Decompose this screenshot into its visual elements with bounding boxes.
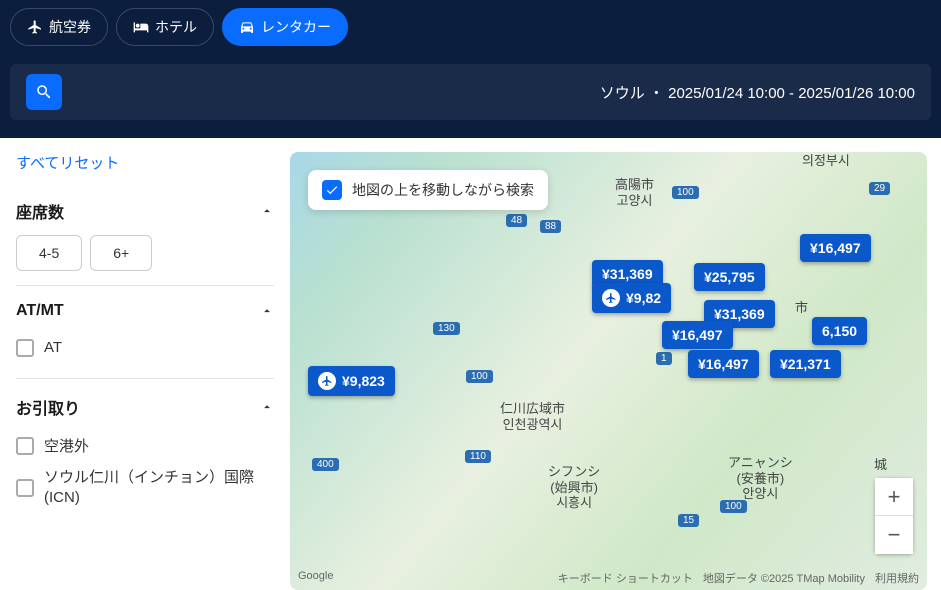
road-badge: 1 [656,352,672,365]
road-badge: 100 [720,500,747,513]
road-badge: 48 [506,214,527,227]
city-label: アニャンシ(安養市)안양시 [728,455,793,502]
price-marker[interactable]: ¥16,497 [688,350,759,378]
chevron-up-icon [260,304,274,318]
road-badge: 400 [312,458,339,471]
checkbox-pickup-offairport[interactable]: 空港外 [16,431,274,463]
filter-transmission-header[interactable]: AT/MT [16,302,274,320]
checkbox-icon [16,339,34,357]
price-marker[interactable]: ¥16,497 [662,321,733,349]
seat-option-6plus[interactable]: 6+ [90,235,152,271]
city-label: 城 [874,457,887,473]
google-logo: Google [298,570,333,586]
seat-option-45[interactable]: 4-5 [16,235,82,271]
map-attr-data: 地図データ ©2025 TMap Mobility [703,570,865,586]
city-label: 高陽市고양시 [615,177,654,208]
road-badge: 15 [678,514,699,527]
map-attr-terms[interactable]: 利用規約 [875,570,919,586]
filter-pickup-header[interactable]: お引取り [16,395,274,419]
search-button[interactable] [26,74,62,110]
reset-link[interactable]: すべてリセット [16,152,274,173]
chevron-up-icon [260,204,274,218]
filter-seats-header[interactable]: 座席数 [16,199,274,223]
search-icon [35,83,53,101]
price-marker[interactable]: ¥9,823 [308,366,395,396]
city-label: シフンシ(始興市)시흥시 [548,464,600,511]
road-badge: 100 [672,186,699,199]
city-label: 의정부시 [802,153,850,169]
city-label: 仁川広域市인천광역시 [500,401,565,432]
checkbox-icon [16,479,34,497]
checkbox-icon [16,437,34,455]
road-badge: 88 [540,220,561,233]
bed-icon [133,19,149,35]
road-badge: 29 [869,182,890,195]
search-bar[interactable]: ソウル ・ 2025/01/24 10:00 - 2025/01/26 10:0… [10,64,931,120]
zoom-out-button[interactable]: − [875,516,913,554]
road-badge: 100 [466,370,493,383]
search-summary: ソウル ・ 2025/01/24 10:00 - 2025/01/26 10:0… [74,82,915,103]
zoom-in-button[interactable]: + [875,478,913,516]
checkbox-at[interactable]: AT [16,332,274,364]
price-marker[interactable]: ¥25,795 [694,263,765,291]
chevron-up-icon [260,400,274,414]
price-marker[interactable]: 6,150 [812,317,867,345]
tab-hotels[interactable]: ホテル [116,8,214,46]
car-icon [239,19,255,35]
tab-rental[interactable]: レンタカー [222,8,348,46]
airport-icon [318,372,336,390]
price-marker[interactable]: ¥16,497 [800,234,871,262]
city-label: 市 [795,300,808,316]
tab-flights[interactable]: 航空券 [10,8,108,46]
checkbox-pickup-icn[interactable]: ソウル仁川（インチョン）国際 (ICN) [16,462,274,513]
map-search-toggle[interactable]: 地図の上を移動しながら検索 [308,170,548,210]
price-marker[interactable]: ¥9,82 [592,283,671,313]
road-badge: 130 [433,322,460,335]
map-attr-shortcuts[interactable]: キーボード ショートカット [558,570,693,586]
checkbox-checked-icon [322,180,342,200]
road-badge: 110 [465,450,491,463]
plane-icon [27,19,43,35]
airport-icon [602,289,620,307]
price-marker[interactable]: ¥21,371 [770,350,841,378]
map[interactable]: 地図の上を移動しながら検索 + − Google キーボード ショートカット 地… [290,152,927,590]
